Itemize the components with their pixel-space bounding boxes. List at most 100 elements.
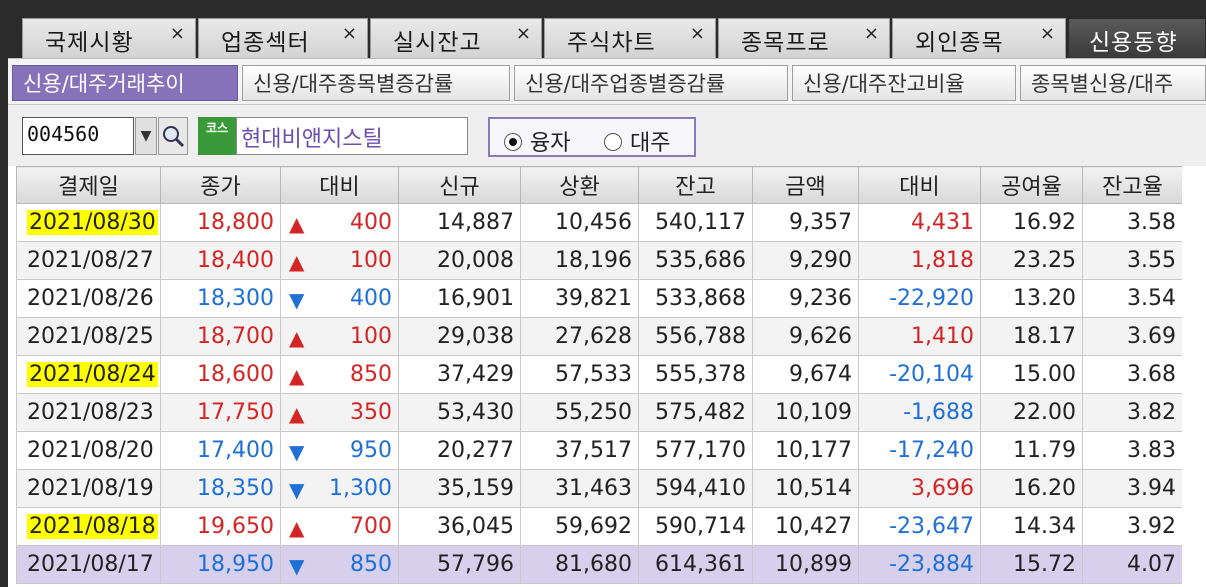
change-value: 850 [350,552,392,577]
tab-credit-trend[interactable]: 신용동향 [1068,18,1206,58]
cell-date: 2021/08/30 [16,203,161,242]
cell-change: ▲ 850 [280,355,399,394]
cell-supply-rate: 16.20 [980,469,1083,508]
table-row[interactable]: 2021/08/17 18,950 ▼ 850 57,796 81,680 614,361 1… [16,545,1183,584]
cell-repay: 57,533 [520,355,639,394]
col-header-amount[interactable]: 금액 [752,166,859,204]
date-text: 2021/08/19 [27,476,154,501]
close-icon[interactable]: × [342,23,357,44]
change-value: 100 [350,248,392,273]
col-header-amount-change[interactable]: 대비 [858,166,981,204]
subtab-balance-ratio[interactable]: 신용/대주잔고비율 [792,65,1016,101]
table-row[interactable]: 2021/08/26 18,300 ▼ 400 16,901 39,821 533,868 9… [16,279,1183,318]
date-text: 2021/08/27 [27,248,154,273]
cell-balance-rate: 3.55 [1082,241,1183,280]
radio-unselected-icon [604,133,622,151]
tab-label: 신용동향 [1089,30,1178,56]
tab-foreign-stocks[interactable]: 외인종목 × [892,18,1066,58]
subtab-stock-credit[interactable]: 종목별신용/대주 [1020,65,1206,101]
table-row[interactable]: 2021/08/27 18,400 ▲ 100 20,008 18,196 535,686 9… [16,241,1183,280]
cell-balance: 533,868 [638,279,753,318]
cell-date: 2021/08/25 [16,317,161,356]
cell-amount-change: 1,410 [858,317,981,356]
radio-label: 대주 [630,131,671,156]
tab-sector[interactable]: 업종섹터 × [198,18,368,58]
cell-balance-rate: 3.54 [1082,279,1183,318]
cell-balance: 577,170 [638,431,753,470]
col-header-date[interactable]: 결제일 [16,166,161,204]
cell-repay: 18,196 [520,241,639,280]
cell-change: ▼ 850 [280,545,399,584]
col-header-change[interactable]: 대비 [280,166,399,204]
table-row[interactable]: 2021/08/23 17,750 ▲ 350 53,430 55,250 575,482 1… [16,393,1183,432]
cell-close: 17,750 [160,393,281,432]
subtab-sector-change[interactable]: 신용/대주업종별증감률 [514,65,788,101]
close-icon[interactable]: × [690,23,705,44]
cell-supply-rate: 11.79 [980,431,1083,470]
table-row[interactable]: 2021/08/20 17,400 ▼ 950 20,277 37,517 577,170 1… [16,431,1183,470]
chevron-down-icon[interactable]: ▼ [135,117,157,155]
radio-label: 융자 [530,131,571,156]
cell-balance-rate: 3.58 [1082,203,1183,242]
cell-date: 2021/08/27 [16,241,161,280]
tab-stock-chart[interactable]: 주식차트 × [544,18,716,58]
cell-change: ▼ 400 [280,279,399,318]
cell-balance-rate: 3.83 [1082,431,1183,470]
radio-short[interactable]: 대주 [604,125,670,157]
radio-loan[interactable]: 융자 [504,125,570,157]
cell-amount-change: -22,920 [858,279,981,318]
cell-close: 18,800 [160,203,281,242]
col-header-new[interactable]: 신규 [398,166,521,204]
col-header-balance[interactable]: 잔고 [638,166,753,204]
credit-trend-table: 결제일 종가 대비 신규 상환 잔고 금액 대비 공여율 잔고율 2021/08… [8,166,1206,587]
col-header-supply-rate[interactable]: 공여율 [980,166,1083,204]
cell-amount-change: 1,818 [858,241,981,280]
col-header-balance-rate[interactable]: 잔고율 [1082,166,1183,204]
cell-close: 19,650 [160,507,281,546]
close-icon[interactable]: × [1040,23,1055,44]
cell-amount: 9,236 [752,279,859,318]
date-text: 2021/08/23 [27,400,154,425]
change-value: 100 [350,324,392,349]
col-header-repay[interactable]: 상환 [520,166,639,204]
close-icon[interactable]: × [516,23,531,44]
table-row[interactable]: 2021/08/30 18,800 ▲ 400 14,887 10,456 540,117 9… [16,203,1183,242]
change-value: 950 [350,438,392,463]
cell-new: 20,008 [398,241,521,280]
subtab-stock-change[interactable]: 신용/대주종목별증감률 [242,65,510,101]
table-row[interactable]: 2021/08/19 18,350 ▼ 1,300 35,159 31,463 594,41… [16,469,1183,508]
cell-date: 2021/08/19 [16,469,161,508]
tab-international-market[interactable]: 국제시황 × [22,18,196,58]
cell-amount: 9,357 [752,203,859,242]
cell-amount-change: -23,884 [858,545,981,584]
cell-change: ▲ 100 [280,241,399,280]
cell-change: ▲ 400 [280,203,399,242]
tab-stock-profile[interactable]: 종목프로 × [718,18,890,58]
cell-new: 57,796 [398,545,521,584]
cell-supply-rate: 18.17 [980,317,1083,356]
cell-repay: 81,680 [520,545,639,584]
cell-balance: 540,117 [638,203,753,242]
table-row[interactable]: 2021/08/25 18,700 ▲ 100 29,038 27,628 556,788 9… [16,317,1183,356]
subtab-credit-trend[interactable]: 신용/대주거래추이 [12,65,238,101]
stock-code-input[interactable]: 004560 [22,117,134,155]
close-icon[interactable]: × [864,23,879,44]
change-value: 350 [350,400,392,425]
cell-new: 36,045 [398,507,521,546]
cell-amount-change: -20,104 [858,355,981,394]
cell-amount: 10,427 [752,507,859,546]
tab-realtime-balance[interactable]: 실시잔고 × [370,18,542,58]
cell-close: 18,950 [160,545,281,584]
down-triangle-icon: ▼ [289,440,305,464]
table-row[interactable]: 2021/08/18 19,650 ▲ 700 36,045 59,692 590,714 1… [16,507,1183,546]
cell-amount-change: -1,688 [858,393,981,432]
close-icon[interactable]: × [170,23,185,44]
tab-label: 실시잔고 [393,30,482,56]
cell-repay: 55,250 [520,393,639,432]
cell-supply-rate: 23.25 [980,241,1083,280]
magnifier-icon[interactable] [158,117,188,155]
cell-balance: 590,714 [638,507,753,546]
table-row[interactable]: 2021/08/24 18,600 ▲ 850 37,429 57,533 555,378 9… [16,355,1183,394]
cell-close: 18,700 [160,317,281,356]
col-header-close[interactable]: 종가 [160,166,281,204]
